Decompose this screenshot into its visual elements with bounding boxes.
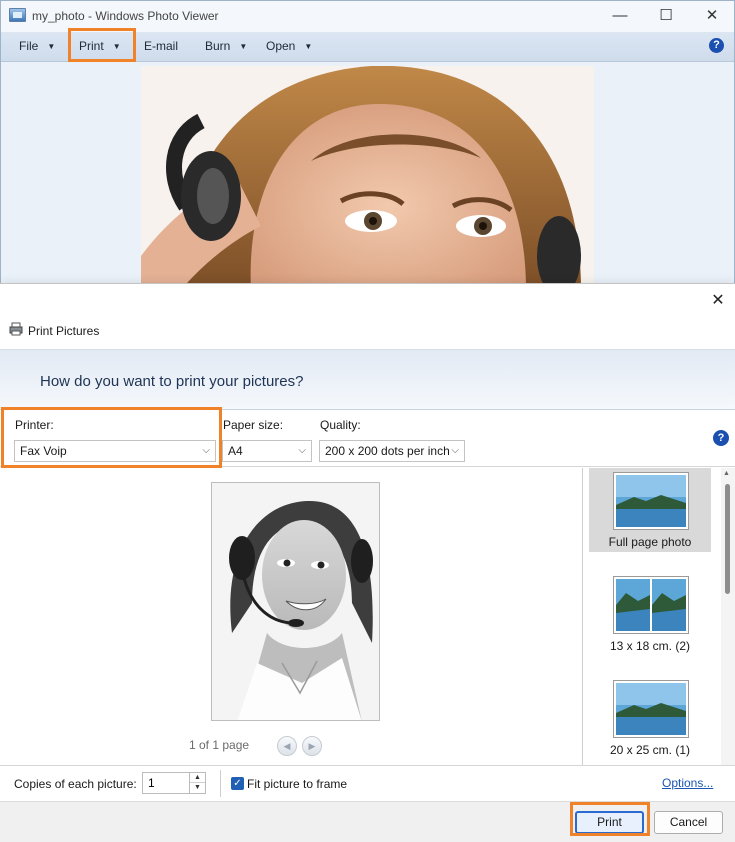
preview-photo <box>211 482 380 721</box>
fit-to-frame-checkbox[interactable]: ✓ <box>231 777 244 790</box>
menu-burn-label: Burn <box>205 39 231 53</box>
help-icon[interactable]: ? <box>709 38 724 53</box>
scroll-up-icon[interactable]: ▲ <box>723 470 730 477</box>
chevron-down-icon: ▼ <box>239 42 248 51</box>
landscape-thumbnail-icon <box>616 475 686 527</box>
print-button[interactable]: Print <box>575 811 644 834</box>
quality-select[interactable]: 200 x 200 dots per inch ⌵ <box>319 440 465 462</box>
layout-label: Full page photo <box>608 535 692 549</box>
chevron-down-icon: ▼ <box>304 42 313 51</box>
prev-page-button[interactable]: ◀ <box>277 736 297 756</box>
menu-file[interactable]: File ▼ <box>19 38 55 57</box>
menu-print-label: Print <box>79 39 104 53</box>
chevron-down-icon: ▼ <box>112 42 121 51</box>
layout-item-full-page[interactable]: Full page photo <box>589 468 711 552</box>
menu-file-label: File <box>19 39 39 53</box>
copies-stepper[interactable]: ▲ ▼ <box>190 772 206 794</box>
options-link[interactable]: Options... <box>662 776 713 790</box>
print-pictures-dialog: ✕ Print Pictures How do you want to prin… <box>0 283 735 842</box>
photo-viewer-app-icon <box>9 8 26 22</box>
menu-open-label: Open <box>266 39 296 53</box>
divider <box>220 770 221 797</box>
dialog-close-button[interactable]: ✕ <box>706 290 730 314</box>
photo-display-area <box>1 63 734 290</box>
title-bar: my_photo - Windows Photo Viewer — ☐ ✕ <box>1 1 734 32</box>
stepper-up-icon[interactable]: ▲ <box>190 773 205 783</box>
layout-list: Full page photo 13 x 18 cm. (2) 20 x 25 … <box>584 468 735 765</box>
two-up-thumbnail-icon <box>616 579 686 631</box>
displayed-photo <box>141 66 594 290</box>
printer-select[interactable]: Fax Voip ⌵ <box>14 440 216 462</box>
menu-email-label: E-mail <box>144 39 179 53</box>
photo-viewer-window: my_photo - Windows Photo Viewer — ☐ ✕ Fi… <box>0 0 735 290</box>
question-band: How do you want to print your pictures? <box>0 349 735 410</box>
page-count: 1 of 1 page <box>189 738 250 752</box>
chevron-down-icon: ▼ <box>47 42 56 51</box>
next-page-button[interactable]: ▶ <box>302 736 322 756</box>
chevron-down-icon: ⌵ <box>202 445 210 456</box>
scrollbar-thumb[interactable] <box>725 484 730 594</box>
layout-thumbnail <box>613 576 689 634</box>
maximize-button[interactable]: ☐ <box>643 1 689 32</box>
copies-label: Copies of each picture: <box>14 777 137 791</box>
layout-label: 13 x 18 cm. (2) <box>609 639 691 653</box>
chevron-down-icon: ⌵ <box>298 445 306 456</box>
printer-select-value: Fax Voip <box>20 444 67 458</box>
quality-label: Quality: <box>320 418 361 432</box>
minimize-button[interactable]: — <box>597 1 643 32</box>
copies-row: Copies of each picture: ▲ ▼ ✓ Fit pictur… <box>0 765 735 801</box>
paper-size-select-value: A4 <box>228 444 243 458</box>
window-title: my_photo - Windows Photo Viewer <box>32 9 219 23</box>
print-options-row: Printer: Fax Voip ⌵ Paper size: A4 ⌵ Qua… <box>0 411 735 467</box>
stepper-down-icon[interactable]: ▼ <box>190 783 205 793</box>
layout-thumbnail <box>613 472 689 530</box>
dialog-footer: Print Cancel <box>0 801 735 842</box>
dialog-question: How do you want to print your pictures? <box>40 373 304 390</box>
menu-open[interactable]: Open ▼ <box>266 38 312 57</box>
dialog-header: Print Pictures <box>0 314 735 348</box>
printer-icon <box>9 322 23 336</box>
fit-to-frame-label[interactable]: Fit picture to frame <box>247 777 347 791</box>
layout-item-13x18[interactable]: 13 x 18 cm. (2) <box>589 572 711 656</box>
layout-label: 20 x 25 cm. (1) <box>609 743 691 757</box>
print-preview-pane: 1 of 1 page ◀ ▶ <box>0 468 583 765</box>
printer-label: Printer: <box>15 418 54 432</box>
copies-input[interactable] <box>142 772 190 794</box>
preview-photo-image <box>212 483 379 720</box>
help-icon[interactable]: ? <box>713 430 729 446</box>
menu-print[interactable]: Print ▼ <box>79 38 121 57</box>
cancel-button[interactable]: Cancel <box>654 811 723 834</box>
landscape-thumbnail-icon <box>616 683 686 735</box>
menu-burn[interactable]: Burn ▼ <box>205 38 247 57</box>
layout-item-20x25[interactable]: 20 x 25 cm. (1) <box>589 676 711 760</box>
quality-select-value: 200 x 200 dots per inch <box>325 444 450 458</box>
close-window-button[interactable]: ✕ <box>689 1 735 32</box>
paper-size-label: Paper size: <box>223 418 284 432</box>
layout-thumbnail <box>613 680 689 738</box>
chevron-down-icon: ⌵ <box>451 445 459 456</box>
paper-size-select[interactable]: A4 ⌵ <box>222 440 312 462</box>
dialog-title: Print Pictures <box>28 324 100 338</box>
menu-bar: File ▼ Print ▼ E-mail Burn ▼ Open ▼ ? <box>1 32 734 62</box>
menu-email[interactable]: E-mail <box>144 38 178 57</box>
layout-scrollbar[interactable]: ▲ <box>721 468 735 765</box>
